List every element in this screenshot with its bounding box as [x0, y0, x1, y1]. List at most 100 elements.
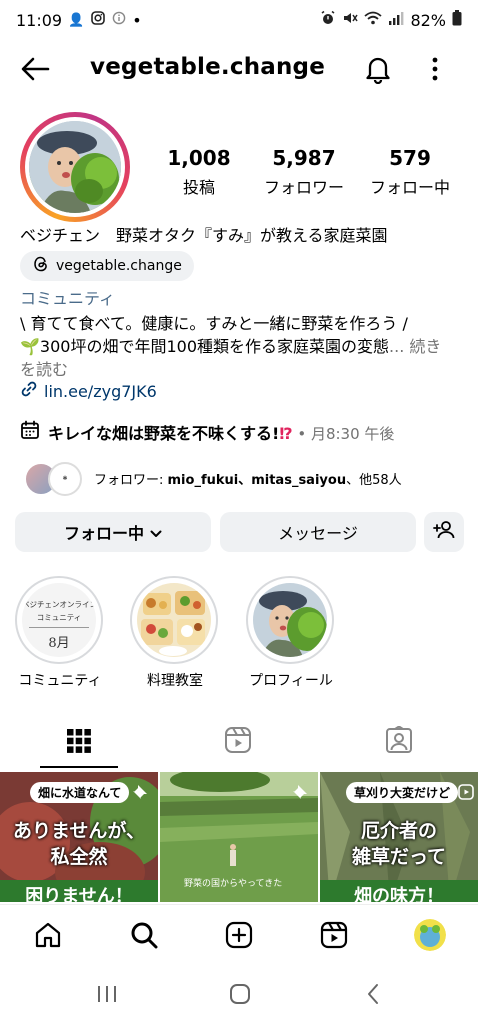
grid-post-1-bottom-line: 困りません！ [25, 886, 133, 902]
scheduled-event[interactable]: キレイな畑は野菜を不味くする!⁉ • 月8:30 午後 [20, 420, 394, 444]
highlight-community-label: コミュニティ [18, 673, 102, 689]
mutual-followers[interactable]: ✱ フォロワー: mio_fukui、mitas_saiyou、他58人 [24, 462, 402, 496]
tab-tagged[interactable] [385, 725, 413, 758]
highlight-cooking-ring [130, 576, 218, 664]
nav-home[interactable] [34, 921, 62, 953]
home-icon [34, 922, 62, 953]
stat-following-value: 579 [389, 146, 431, 170]
mutual-avatar-2: ✱ [48, 462, 82, 496]
grid-post-1-top-caption: 畑に水道なんて [30, 782, 130, 803]
avatar-photo [29, 121, 121, 213]
profile-display-name: ベジチェン 野菜オタク『すみ』が教える家庭菜園 [20, 226, 388, 245]
reel-icon [458, 784, 474, 804]
read-more-link[interactable]: 続き [404, 337, 441, 356]
stat-posts-value: 1,008 [167, 146, 231, 170]
highlight-community-ring: ベジチェンオンライン コミュニティ 8月 [15, 576, 103, 664]
home-button-icon[interactable] [229, 983, 251, 1009]
stat-followers-label: フォロワー [263, 178, 344, 197]
highlight-cooking-label: 料理教室 [147, 673, 203, 689]
search-icon [130, 922, 158, 953]
grid-post-3-bottom-line: 畑の味方！ [354, 886, 444, 902]
grid-icon [66, 728, 92, 758]
bio-link-text: lin.ee/zyg7JK6 [44, 381, 157, 401]
tab-reels[interactable] [224, 726, 252, 758]
read-more-link-continued[interactable]: を読む [20, 356, 68, 380]
highlight-community[interactable]: ベジチェンオンライン コミュニティ 8月 コミュニティ [15, 576, 105, 690]
grid-post-3-main-line2: 雑草だって [351, 846, 447, 868]
stat-following-label: フォロー中 [369, 178, 450, 197]
link-icon [20, 380, 38, 402]
grid-post-3-main-line1: 厄介者の [360, 820, 437, 842]
profile-tabs [0, 716, 478, 768]
message-button[interactable]: メッセージ [220, 512, 416, 552]
followers-note-suffix: 、他58人 [346, 472, 402, 488]
message-label: メッセージ [278, 524, 358, 543]
bio-line-2: 🌱300坪の畑で年間100種類を作る家庭菜園の変態... 続き [20, 333, 441, 357]
chevron-down-icon [150, 523, 162, 542]
bio-ellipsis: ... [389, 337, 405, 356]
tab-grid[interactable] [40, 716, 118, 768]
grid-post-3[interactable]: 草刈り大変だけど 厄介者の 雑草だって 畑の味方！ [320, 772, 478, 902]
dot-icon: • [132, 10, 142, 30]
highlight-community-cover-line1: ベジチェンオンライン [22, 600, 96, 609]
signal-icon [388, 11, 404, 29]
bio-link[interactable]: lin.ee/zyg7JK6 [20, 380, 157, 402]
nav-profile[interactable] [414, 919, 446, 951]
profile-category: コミュニティ [20, 289, 116, 308]
seedling-icon: 🌱 [20, 337, 40, 356]
back-arrow-icon[interactable] [20, 56, 50, 86]
grid-post-2-overlay-text: 野菜の国からやってきた [184, 879, 283, 889]
event-time: • 月8:30 午後 [292, 425, 395, 443]
user-sync-icon: 👤 [68, 12, 85, 28]
profile-avatar-icon [414, 919, 446, 951]
highlight-profile[interactable]: プロフィール [246, 576, 336, 690]
grid-post-2[interactable]: 野菜の国からやってきた [160, 772, 318, 902]
threads-icon [32, 255, 50, 277]
profile-username: vegetable.change [90, 54, 326, 80]
system-navigation-bar [0, 964, 478, 1024]
notification-bell-icon[interactable] [364, 54, 392, 88]
highlight-cooking-cover [137, 583, 211, 657]
tagged-icon [385, 725, 413, 758]
nav-search[interactable] [130, 921, 158, 953]
status-bar: 11:09 👤 • 82% [0, 0, 478, 40]
stat-posts-label: 投稿 [182, 178, 215, 197]
calendar-icon [20, 420, 40, 444]
profile-avatar[interactable] [20, 112, 130, 222]
grid-post-1-main-line2: 私全然 [50, 846, 108, 868]
back-button-icon[interactable] [366, 983, 380, 1009]
battery-icon [452, 10, 462, 30]
bio-line-2-text: 300坪の畑で年間100種類を作る家庭菜園の変態 [39, 337, 390, 356]
instagram-notification-icon [90, 10, 106, 30]
followers-note-names: mio_fukui、mitas_saiyou [167, 472, 347, 488]
highlight-community-cover-line3: 8月 [48, 636, 70, 651]
highlight-profile-cover [253, 583, 327, 657]
suggested-users-button[interactable] [424, 512, 464, 552]
add-person-icon [433, 520, 455, 544]
event-title: キレイな畑は野菜を不味くする! [48, 424, 280, 443]
grid-post-3-top-caption: 草刈り大変だけど [346, 782, 459, 803]
bottom-navigation [0, 904, 478, 965]
stat-following[interactable]: 579 フォロー中 [362, 146, 458, 198]
following-label: フォロー中 [63, 524, 144, 543]
alarm-icon [320, 10, 336, 30]
highlight-profile-ring [246, 576, 334, 664]
nav-create[interactable] [225, 921, 253, 953]
plus-square-icon [225, 921, 253, 953]
stat-posts[interactable]: 1,008 投稿 [160, 146, 238, 198]
threads-badge[interactable]: vegetable.change [20, 251, 194, 281]
reels-icon [320, 921, 348, 953]
wifi-icon [364, 10, 383, 30]
info-icon [112, 11, 126, 29]
battery-text: 82% [410, 10, 446, 30]
stat-followers[interactable]: 5,987 フォロワー [256, 146, 352, 198]
mute-icon [342, 10, 359, 30]
recent-apps-icon[interactable] [96, 984, 118, 1008]
nav-reels[interactable] [320, 921, 348, 953]
event-emoji: ⁉ [279, 424, 293, 443]
grid-post-1[interactable]: 畑に水道なんて ありませんが、 私全然 困りません！ [0, 772, 158, 902]
following-button[interactable]: フォロー中 [15, 512, 211, 552]
more-options-icon[interactable] [430, 56, 440, 86]
highlight-cooking-class[interactable]: 料理教室 [130, 576, 220, 690]
profile-header: vegetable.change [0, 44, 478, 94]
